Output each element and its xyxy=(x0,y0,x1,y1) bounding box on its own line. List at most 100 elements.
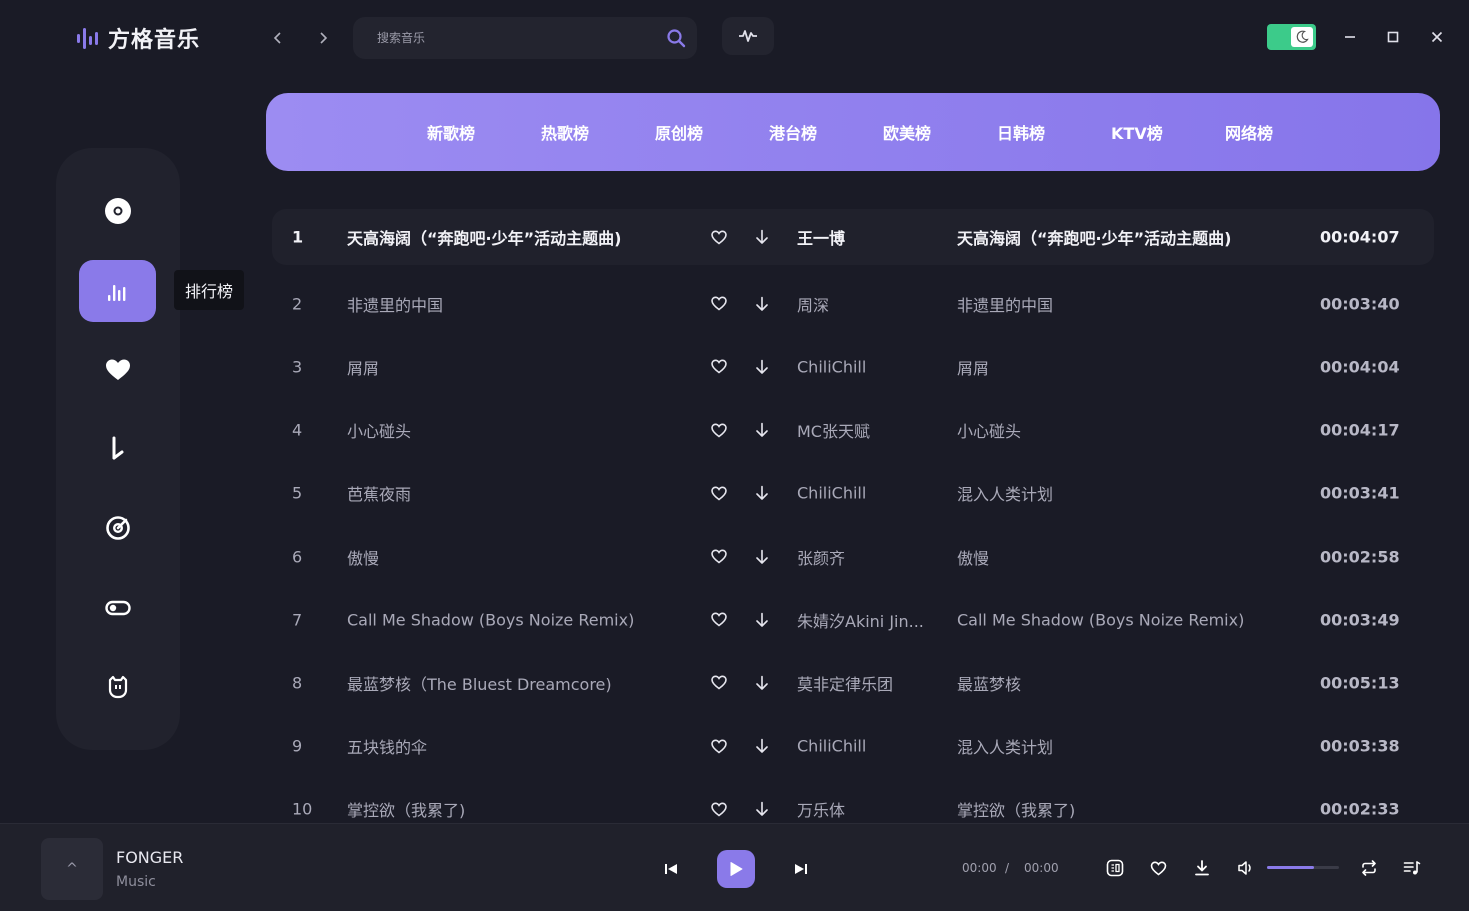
table-row[interactable]: 4 小心碰头 MC张天赋 小心碰头 00:04:17 xyxy=(272,399,1434,462)
download-button[interactable] xyxy=(753,228,771,246)
table-row[interactable]: 8 最蓝梦核（The Bluest Dreamcore) 莫非定律乐团 最蓝梦核… xyxy=(272,651,1434,714)
tab-western[interactable]: 欧美榜 xyxy=(856,120,970,144)
song-album[interactable]: 混入人类计划 xyxy=(957,734,1287,758)
table-row[interactable]: 9 五块钱的伞 ChiliChill 混入人类计划 00:03:38 xyxy=(272,715,1434,778)
song-title[interactable]: Call Me Shadow (Boys Noize Remix) xyxy=(347,610,697,629)
song-title[interactable]: 掌控欲（我累了) xyxy=(347,797,697,821)
song-album[interactable]: 非遗里的中国 xyxy=(957,292,1287,316)
tab-hk-tw[interactable]: 港台榜 xyxy=(742,120,856,144)
table-row[interactable]: 1 天高海阔（“奔跑吧·少年”活动主题曲) 王一博 天高海阔（“奔跑吧·少年”活… xyxy=(272,209,1434,265)
sidebar-item-discover[interactable] xyxy=(79,180,156,242)
previous-button[interactable] xyxy=(660,859,682,879)
song-title[interactable]: 傲慢 xyxy=(347,545,697,569)
song-album[interactable]: 小心碰头 xyxy=(957,418,1287,442)
volume-slider[interactable] xyxy=(1267,866,1339,869)
like-button[interactable] xyxy=(710,800,728,818)
song-artist[interactable]: 莫非定律乐团 xyxy=(797,671,937,695)
song-title[interactable]: 屑屑 xyxy=(347,355,697,379)
minimize-button[interactable] xyxy=(1337,24,1363,50)
now-playing-subtitle: Music xyxy=(116,874,156,890)
lyrics-button[interactable] xyxy=(1104,857,1126,879)
volume-button[interactable] xyxy=(1234,857,1256,879)
playlist-button[interactable] xyxy=(1401,857,1423,879)
sidebar-item-downloads[interactable] xyxy=(79,418,156,480)
maximize-button[interactable] xyxy=(1380,24,1406,50)
album-cover-expand[interactable]: ^ xyxy=(41,838,103,900)
player-download-button[interactable] xyxy=(1191,857,1213,879)
close-button[interactable] xyxy=(1424,24,1450,50)
forward-button[interactable] xyxy=(309,24,337,52)
like-button[interactable] xyxy=(710,358,728,376)
playlist-icon xyxy=(1403,861,1421,875)
repeat-button[interactable] xyxy=(1358,857,1380,879)
theme-toggle[interactable] xyxy=(1267,24,1316,50)
like-button[interactable] xyxy=(710,674,728,692)
song-title[interactable]: 天高海阔（“奔跑吧·少年”活动主题曲) xyxy=(347,225,697,249)
table-row[interactable]: 2 非遗里的中国 周深 非遗里的中国 00:03:40 xyxy=(272,272,1434,335)
like-button[interactable] xyxy=(710,228,728,246)
like-button[interactable] xyxy=(710,484,728,502)
table-row[interactable]: 3 屑屑 ChiliChill 屑屑 00:04:04 xyxy=(272,335,1434,398)
song-album[interactable]: 最蓝梦核 xyxy=(957,671,1287,695)
listen-recognize-button[interactable] xyxy=(722,17,774,55)
song-artist[interactable]: 周深 xyxy=(797,292,937,316)
song-title[interactable]: 五块钱的伞 xyxy=(347,734,697,758)
download-button[interactable] xyxy=(753,674,771,692)
table-row[interactable]: 10 掌控欲（我累了) 万乐体 掌控欲（我累了) 00:02:33 xyxy=(272,778,1434,823)
table-row[interactable]: 7 Call Me Shadow (Boys Noize Remix) 朱婧汐A… xyxy=(272,588,1434,651)
song-artist[interactable]: ChiliChill xyxy=(797,357,937,376)
song-artist[interactable]: 万乐体 xyxy=(797,797,937,821)
download-button[interactable] xyxy=(753,548,771,566)
song-album[interactable]: 屑屑 xyxy=(957,355,1287,379)
song-album[interactable]: 天高海阔（“奔跑吧·少年”活动主题曲) xyxy=(957,225,1287,249)
sidebar-item-favorites[interactable] xyxy=(79,339,156,401)
favorite-button[interactable] xyxy=(1147,858,1169,878)
song-title[interactable]: 芭蕉夜雨 xyxy=(347,481,697,505)
sidebar-item-radar[interactable] xyxy=(79,497,156,559)
download-button[interactable] xyxy=(753,484,771,502)
song-album[interactable]: 混入人类计划 xyxy=(957,481,1287,505)
tab-new-songs[interactable]: 新歌榜 xyxy=(400,120,514,144)
tab-jp-kr[interactable]: 日韩榜 xyxy=(970,120,1084,144)
tab-internet[interactable]: 网络榜 xyxy=(1198,120,1312,144)
song-title[interactable]: 最蓝梦核（The Bluest Dreamcore) xyxy=(347,671,697,695)
tab-original[interactable]: 原创榜 xyxy=(628,120,742,144)
sidebar-item-settings[interactable] xyxy=(79,577,156,639)
download-button[interactable] xyxy=(753,295,771,313)
like-button[interactable] xyxy=(710,548,728,566)
like-button[interactable] xyxy=(710,611,728,629)
song-album[interactable]: 傲慢 xyxy=(957,545,1287,569)
song-title[interactable]: 小心碰头 xyxy=(347,418,697,442)
sidebar-item-charts[interactable] xyxy=(79,260,156,322)
next-button[interactable] xyxy=(790,859,812,879)
tab-ktv[interactable]: KTV榜 xyxy=(1084,120,1198,144)
table-row[interactable]: 5 芭蕉夜雨 ChiliChill 混入人类计划 00:03:41 xyxy=(272,462,1434,525)
sidebar-item-about[interactable] xyxy=(79,656,156,718)
search-input[interactable] xyxy=(353,31,655,45)
song-artist[interactable]: 朱婧汐Akini Jin... xyxy=(797,608,937,632)
like-button[interactable] xyxy=(710,737,728,755)
download-button[interactable] xyxy=(753,358,771,376)
chevron-right-icon xyxy=(320,32,328,44)
song-artist[interactable]: 王一博 xyxy=(797,225,937,249)
like-button[interactable] xyxy=(710,421,728,439)
song-index: 6 xyxy=(292,547,303,567)
song-artist[interactable]: ChiliChill xyxy=(797,484,937,503)
tab-hot-songs[interactable]: 热歌榜 xyxy=(514,120,628,144)
song-album[interactable]: Call Me Shadow (Boys Noize Remix) xyxy=(957,610,1287,629)
download-button[interactable] xyxy=(753,611,771,629)
song-artist[interactable]: ChiliChill xyxy=(797,737,937,756)
download-button[interactable] xyxy=(753,800,771,818)
download-button[interactable] xyxy=(753,737,771,755)
song-artist[interactable]: MC张天赋 xyxy=(797,418,937,442)
like-button[interactable] xyxy=(710,295,728,313)
download-button[interactable] xyxy=(753,421,771,439)
song-album[interactable]: 掌控欲（我累了) xyxy=(957,797,1287,821)
song-artist[interactable]: 张颜齐 xyxy=(797,545,937,569)
table-row[interactable]: 6 傲慢 张颜齐 傲慢 00:02:58 xyxy=(272,525,1434,588)
song-title[interactable]: 非遗里的中国 xyxy=(347,292,697,316)
heart-outline-icon xyxy=(711,675,727,690)
play-button[interactable] xyxy=(717,850,755,888)
search-button[interactable] xyxy=(655,17,697,59)
back-button[interactable] xyxy=(264,24,292,52)
